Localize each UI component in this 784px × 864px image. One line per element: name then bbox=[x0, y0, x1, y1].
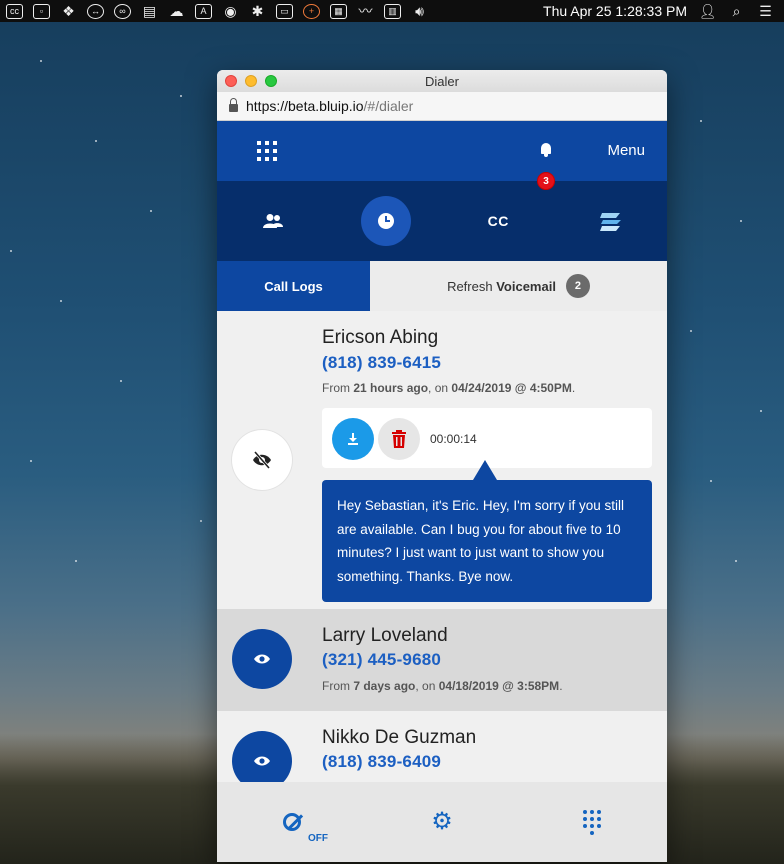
contact-name: Larry Loveland bbox=[322, 625, 448, 646]
refresh-prefix: Refresh bbox=[447, 278, 497, 294]
clock-icon bbox=[377, 213, 394, 229]
contacts-icon bbox=[263, 214, 284, 228]
voicemail-count-badge: 2 bbox=[565, 274, 590, 298]
window-titlebar: Dialer bbox=[217, 70, 667, 92]
nav-layers[interactable] bbox=[555, 210, 668, 232]
url-bar[interactable]: https://beta.bluip.io/#/dialer bbox=[217, 92, 667, 121]
voicemail-label: Voicemail bbox=[496, 278, 556, 294]
download-button[interactable] bbox=[332, 418, 374, 460]
eye-icon bbox=[254, 654, 270, 664]
macos-menu-bar: cc ▫ ❖ ↔ ∞ ▤ ☁ A ◉ ✱ ▭ + ▦ 〰 ▥ 🔊︎ Thu Ap… bbox=[0, 0, 784, 22]
nav-cc[interactable]: CC bbox=[442, 213, 555, 229]
menubar-clock[interactable]: Thu Apr 25 1:28:33 PM bbox=[543, 3, 687, 19]
docker-icon[interactable]: ▤ bbox=[141, 3, 158, 19]
dialpad-icon bbox=[583, 809, 601, 835]
tab-refresh-voicemail[interactable]: Refresh Voicemail 2 bbox=[370, 261, 667, 311]
phone-number-link[interactable]: (818) 839-6409 bbox=[322, 752, 441, 772]
download-icon bbox=[348, 433, 358, 445]
keyboard-icon[interactable]: ▥ bbox=[384, 3, 401, 19]
zoom-window-button[interactable] bbox=[265, 75, 277, 87]
volume-icon[interactable]: 🔊︎ bbox=[411, 3, 428, 19]
call-log-item: Nikko De Guzman (818) 839-6409 bbox=[217, 711, 667, 783]
call-log-list: Ericson Abing (818) 839-6415 From 21 hou… bbox=[217, 311, 667, 783]
minimize-window-button[interactable] bbox=[245, 75, 257, 87]
octopus-icon[interactable]: ✱ bbox=[249, 3, 266, 19]
gear-icon: ⚙ bbox=[431, 808, 453, 835]
tab-call-logs[interactable]: Call Logs bbox=[217, 261, 370, 311]
bottom-toolbar: OFF ⚙ bbox=[217, 782, 667, 862]
do-not-disturb-icon bbox=[283, 813, 301, 831]
close-window-button[interactable] bbox=[225, 75, 237, 87]
do-not-disturb-toggle[interactable]: OFF bbox=[217, 813, 367, 844]
app-box-icon[interactable]: ▫ bbox=[33, 3, 50, 19]
display-icon[interactable]: ▭ bbox=[276, 3, 293, 19]
dropbox-icon[interactable]: ❖ bbox=[60, 3, 77, 19]
dnd-state-label: OFF bbox=[308, 833, 328, 844]
bell-icon[interactable] bbox=[539, 142, 553, 158]
activity-icon[interactable]: 〰 bbox=[357, 3, 374, 19]
eye-icon bbox=[254, 756, 270, 766]
app-cc-icon[interactable]: cc bbox=[6, 3, 23, 19]
voicemail-player: 00:00:14 bbox=[322, 408, 652, 468]
phone-number-link[interactable]: (321) 445-9680 bbox=[322, 650, 441, 670]
nav-call-history[interactable] bbox=[330, 196, 443, 246]
window-title: Dialer bbox=[425, 73, 459, 89]
voicemail-duration: 00:00:14 bbox=[430, 432, 477, 446]
spotlight-search-icon[interactable]: ⌕ bbox=[728, 3, 745, 19]
contact-name: Nikko De Guzman bbox=[322, 727, 477, 748]
log-tabs: Call Logs Refresh Voicemail 2 bbox=[217, 261, 667, 311]
call-log-item: Ericson Abing (818) 839-6415 From 21 hou… bbox=[217, 311, 667, 609]
eye-slash-icon bbox=[253, 451, 271, 469]
notification-badge: 3 bbox=[537, 172, 555, 190]
upload-cloud-icon[interactable]: ☁ bbox=[168, 3, 185, 19]
voicemail-transcript: Hey Sebastian, it's Eric. Hey, I'm sorry… bbox=[322, 480, 652, 602]
grid-status-icon[interactable]: ▦ bbox=[330, 3, 347, 19]
app-a-icon[interactable]: A bbox=[195, 3, 212, 19]
show-transcript-button[interactable] bbox=[232, 731, 292, 783]
trash-icon bbox=[392, 430, 406, 448]
url-host: https://beta.bluip.io bbox=[246, 98, 364, 114]
url-path: /#/dialer bbox=[363, 98, 414, 114]
lock-icon bbox=[229, 98, 238, 112]
cc-label: CC bbox=[487, 213, 509, 229]
main-nav: CC bbox=[217, 181, 667, 261]
layers-icon bbox=[599, 213, 621, 231]
apps-grid-icon[interactable] bbox=[257, 141, 277, 161]
call-timestamp: From 7 days ago, on 04/18/2019 @ 3:58PM. bbox=[322, 679, 563, 693]
contact-name: Ericson Abing bbox=[322, 327, 439, 348]
crosshair-icon[interactable]: + bbox=[303, 3, 320, 19]
app-header: 3 Menu bbox=[217, 121, 667, 190]
transcript-pointer bbox=[473, 460, 497, 480]
delete-button[interactable] bbox=[378, 418, 420, 460]
call-timestamp: From 21 hours ago, on 04/24/2019 @ 4:50P… bbox=[322, 381, 576, 395]
nvidia-icon[interactable]: ◉ bbox=[222, 3, 239, 19]
dialpad-button[interactable] bbox=[517, 809, 667, 835]
phone-number-link[interactable]: (818) 839-6415 bbox=[322, 353, 441, 373]
teamviewer-icon[interactable]: ↔ bbox=[87, 3, 104, 19]
dialer-window: Dialer https://beta.bluip.io/#/dialer 3 … bbox=[217, 70, 667, 862]
creative-cloud-icon[interactable]: ∞ bbox=[114, 3, 131, 19]
user-icon[interactable]: 👤︎ bbox=[699, 3, 717, 19]
call-log-item: Larry Loveland (321) 445-9680 From 7 day… bbox=[217, 609, 667, 711]
settings-button[interactable]: ⚙ bbox=[367, 810, 517, 834]
hide-transcript-button[interactable] bbox=[232, 430, 292, 490]
nav-contacts[interactable] bbox=[217, 213, 330, 229]
menu-button[interactable]: Menu bbox=[607, 142, 645, 159]
show-transcript-button[interactable] bbox=[232, 629, 292, 689]
notification-center-icon[interactable]: ☰ bbox=[757, 3, 774, 19]
